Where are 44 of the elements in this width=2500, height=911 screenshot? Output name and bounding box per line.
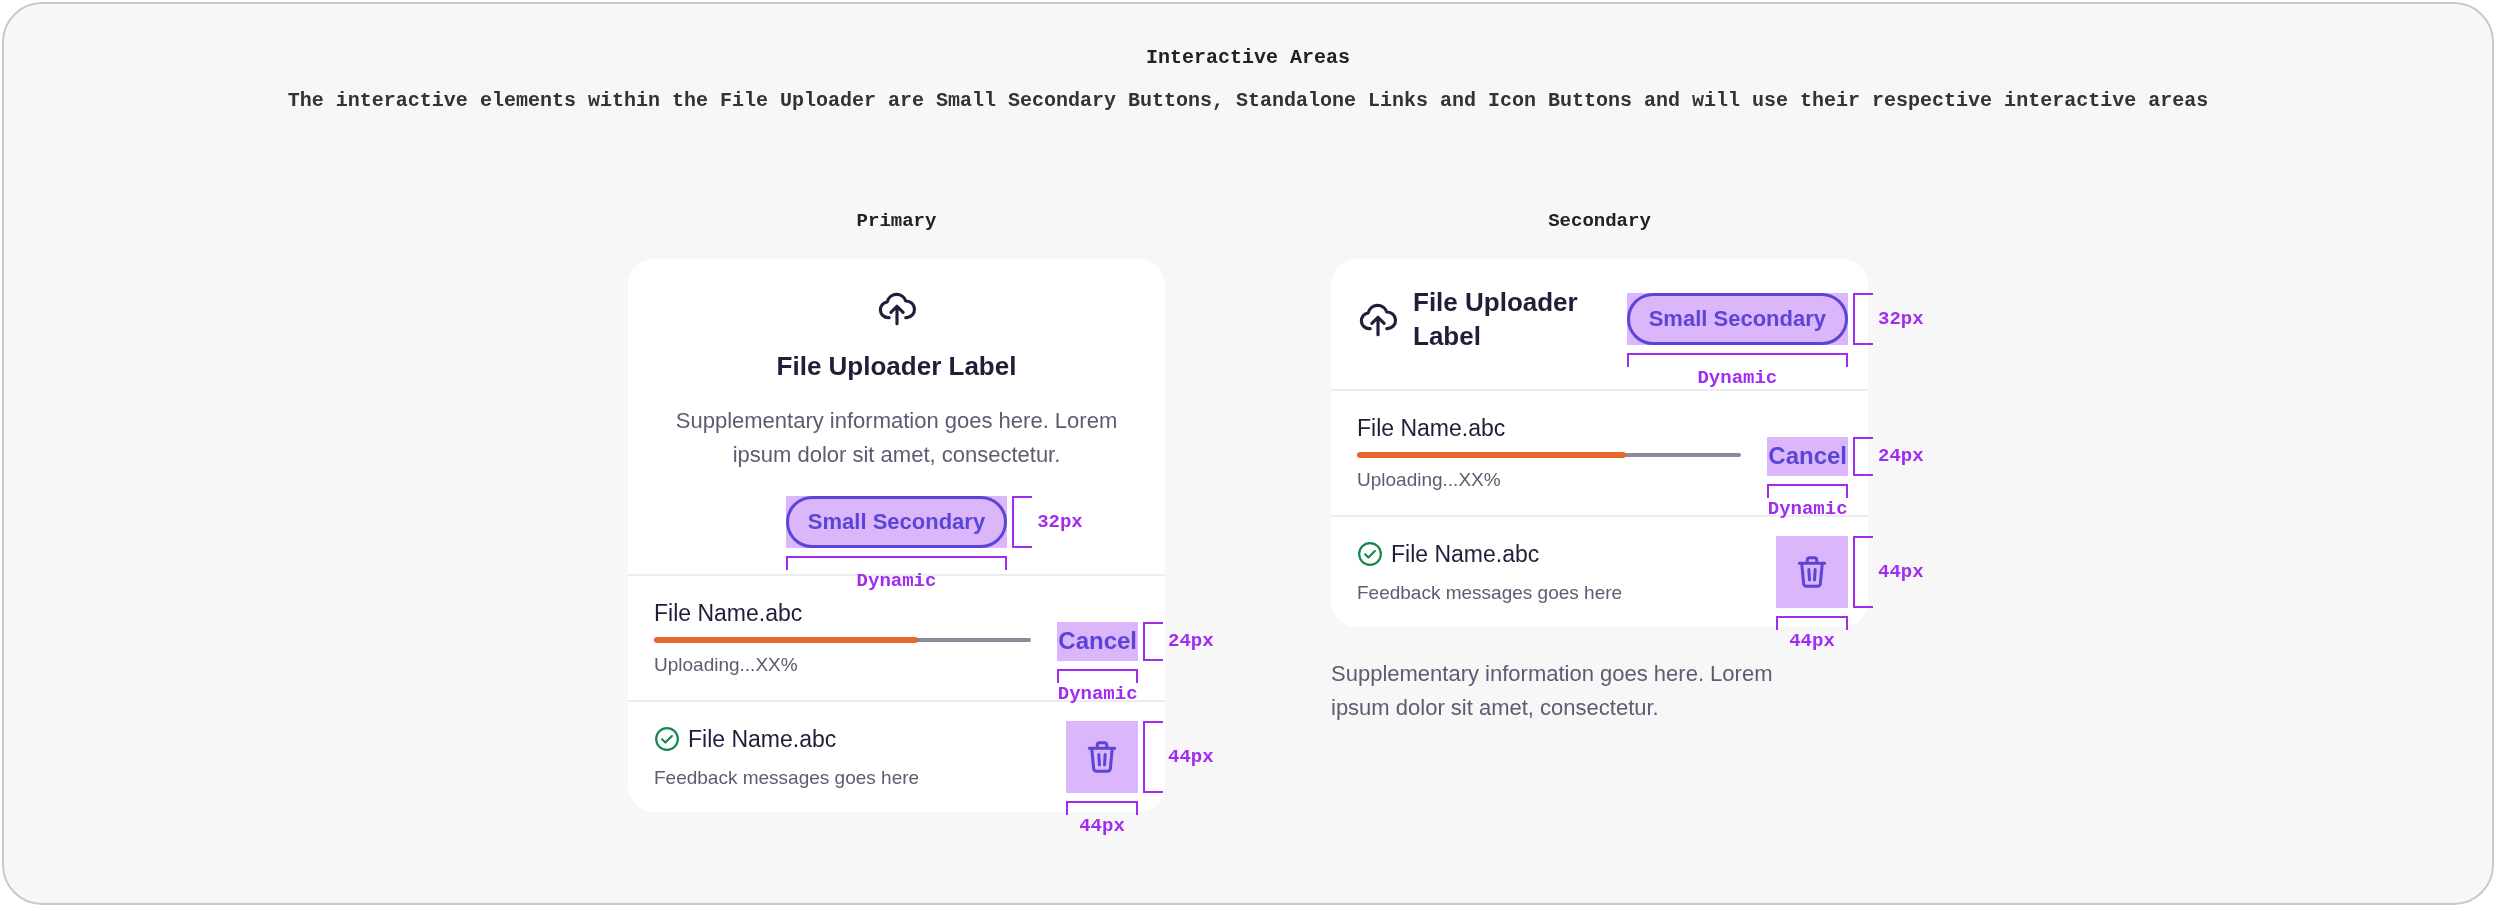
- dimension-line: [1143, 721, 1163, 793]
- dimension-label: Dynamic: [1057, 682, 1138, 705]
- upload-status: Uploading...XX%: [654, 654, 799, 676]
- cancel-link[interactable]: Cancel: [1057, 621, 1138, 661]
- dimension-line: [1776, 616, 1848, 630]
- section-description: The interactive elements within the File Uploader are Small Secondary Buttons, Standalone Links and Icon Buttons and will use their respective interactive areas: [286, 89, 2210, 112]
- dimension-label: Dynamic: [1767, 497, 1848, 520]
- uploader-label: File Uploader Label: [776, 351, 1017, 382]
- dimension-line: [1853, 293, 1873, 345]
- file-name: File Name.abc: [1391, 540, 1540, 568]
- feedback-message: Feedback messages goes here: [1357, 581, 1624, 604]
- dimension-label: 24px: [1878, 445, 1924, 467]
- dimension-label: 44px: [1168, 746, 1214, 768]
- dimension-label: 32px: [1878, 308, 1924, 330]
- delete-button[interactable]: [1066, 721, 1138, 793]
- dimension-label: 24px: [1168, 630, 1214, 652]
- check-circle-icon: [1357, 541, 1383, 567]
- dimension-label: 44px: [1878, 561, 1924, 583]
- dimension-label: Dynamic: [856, 570, 937, 592]
- supplementary-text: Supplementary information goes here. Lorem ipsum dolor sit amet, consectetur.: [1331, 660, 1774, 722]
- feedback-message: Feedback messages goes here: [654, 766, 921, 789]
- dimension-label: 44px: [1079, 815, 1125, 837]
- upload-status: Uploading...XX%: [1357, 469, 1502, 491]
- dimension-label: Dynamic: [1697, 367, 1778, 389]
- dimension-line: [1066, 801, 1138, 815]
- dimension-line: [1853, 436, 1873, 476]
- small-secondary-button[interactable]: Small Secondary: [785, 496, 1008, 548]
- supplementary-text: Supplementary information goes here. Lorem ipsum dolor sit amet, consectetur.: [674, 407, 1119, 469]
- file-name: File Name.abc: [1357, 415, 1507, 442]
- dimension-line: [1143, 621, 1163, 661]
- variant-label: Primary: [855, 210, 938, 232]
- cancel-link[interactable]: Cancel: [1767, 436, 1848, 476]
- delete-button[interactable]: [1776, 536, 1848, 608]
- check-circle-icon: [654, 726, 680, 752]
- uploader-label: File Uploader Label: [1413, 286, 1579, 353]
- variant-label: Secondary: [1547, 210, 1652, 232]
- dimension-line: [1012, 496, 1033, 548]
- dimension-label: 32px: [1037, 511, 1083, 533]
- dimension-label: 44px: [1789, 630, 1835, 652]
- dimension-line: [1853, 536, 1873, 608]
- file-name: File Name.abc: [688, 725, 837, 753]
- section-title: Interactive Areas: [1144, 46, 1351, 69]
- small-secondary-button[interactable]: Small Secondary: [1626, 293, 1848, 345]
- file-name: File Name.abc: [654, 600, 804, 627]
